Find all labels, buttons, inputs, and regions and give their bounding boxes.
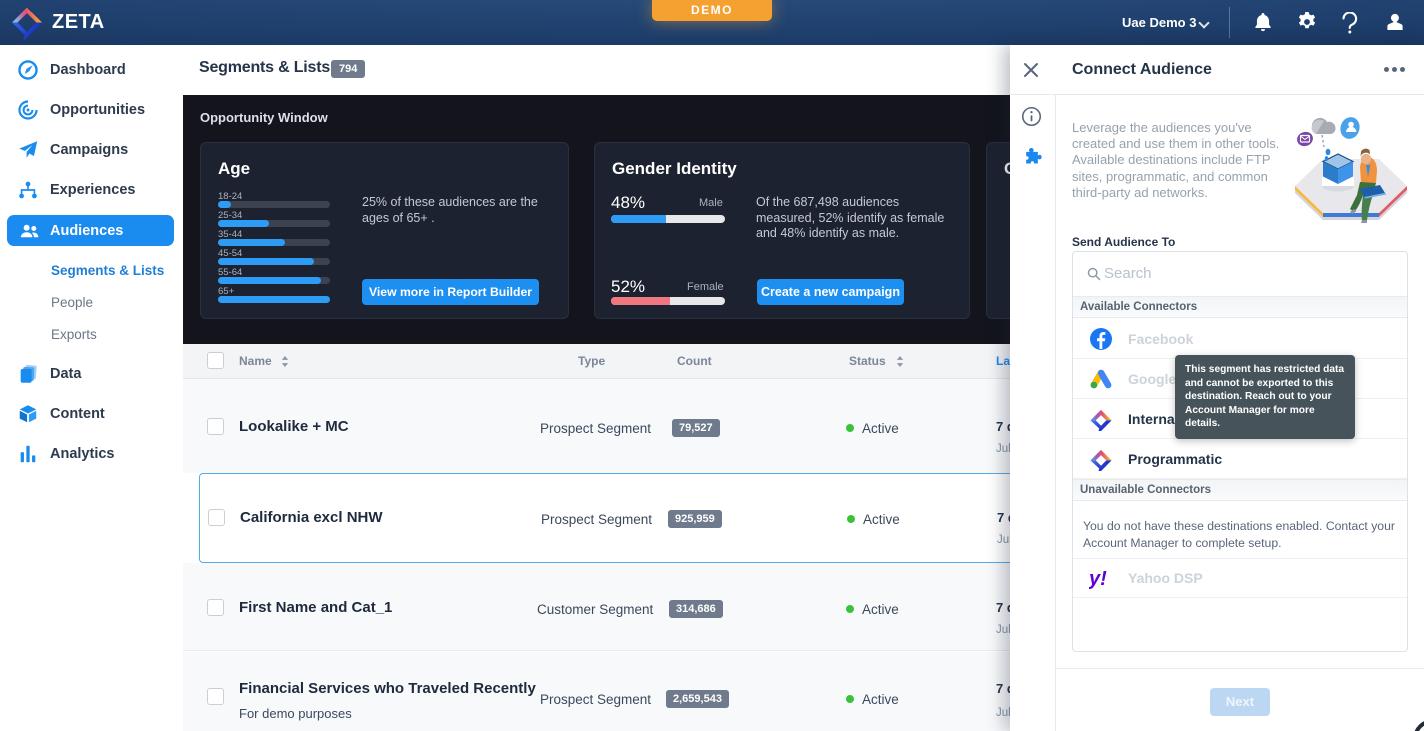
svg-text:y!: y! (1089, 568, 1107, 589)
